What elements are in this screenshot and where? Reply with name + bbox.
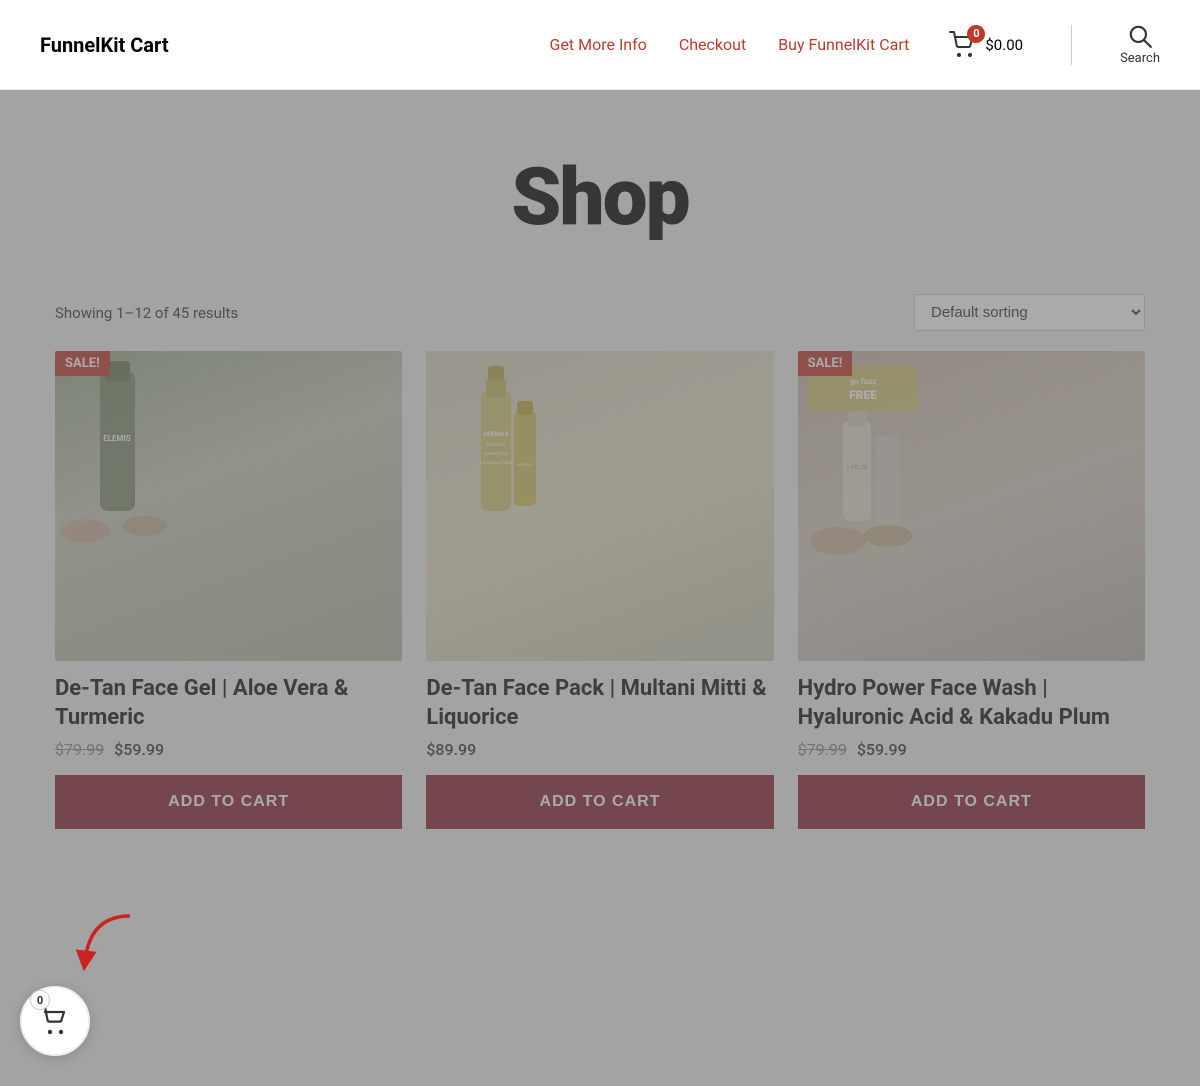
product-illustration-3: go fuzz FREE 1.7 FL OZ bbox=[798, 351, 928, 591]
product-original-price-3: $79.99 bbox=[798, 740, 847, 759]
svg-text:DERMA E: DERMA E bbox=[517, 462, 534, 467]
results-count: Showing 1–12 of 45 results bbox=[55, 304, 238, 322]
product-name-1: De-Tan Face Gel | Aloe Vera & Turmeric bbox=[55, 675, 402, 732]
products-grid: ELEMIS SALE! De-Tan Face Gel | Aloe Vera… bbox=[0, 351, 1200, 909]
floating-cart[interactable]: 0 bbox=[20, 986, 90, 1056]
main-nav: Get More Info Checkout Buy FunnelKit Car… bbox=[550, 23, 1160, 66]
product-info-3: Hydro Power Face Wash | Hyaluronic Acid … bbox=[798, 661, 1145, 771]
product-illustration-1: ELEMIS bbox=[55, 351, 175, 571]
site-logo[interactable]: FunnelKit Cart bbox=[40, 33, 169, 57]
product-illustration-2: DERMA E Vitamin C Gentle Daily Cleansing… bbox=[426, 351, 566, 601]
product-price-3: $79.99 $59.99 bbox=[798, 740, 1145, 759]
sort-select[interactable]: Default sorting Sort by popularity Sort … bbox=[914, 294, 1145, 331]
main-content: Shop Showing 1–12 of 45 results Default … bbox=[0, 90, 1200, 1086]
site-header: FunnelKit Cart Get More Info Checkout Bu… bbox=[0, 0, 1200, 90]
svg-text:Cleansing Paste: Cleansing Paste bbox=[480, 460, 513, 466]
product-image-wrap-1: ELEMIS SALE! bbox=[55, 351, 402, 661]
search-label: Search bbox=[1120, 51, 1160, 66]
header-divider bbox=[1071, 25, 1072, 65]
product-sale-badge-1: SALE! bbox=[55, 351, 110, 376]
product-price-1: $79.99 $59.99 bbox=[55, 740, 402, 759]
svg-text:Gentle Daily: Gentle Daily bbox=[484, 451, 509, 457]
svg-text:Vitamin C: Vitamin C bbox=[487, 442, 507, 448]
arrow-icon bbox=[70, 906, 150, 986]
cart-badge: 0 bbox=[967, 25, 985, 43]
product-card-1: ELEMIS SALE! De-Tan Face Gel | Aloe Vera… bbox=[55, 351, 402, 829]
shop-title: Shop bbox=[40, 150, 1160, 244]
svg-text:DERMA E: DERMA E bbox=[484, 431, 510, 438]
floating-cart-icon bbox=[39, 1006, 71, 1036]
product-name-3: Hydro Power Face Wash | Hyaluronic Acid … bbox=[798, 675, 1145, 732]
add-to-cart-button-3[interactable]: ADD TO CART bbox=[798, 775, 1145, 829]
nav-get-more-info[interactable]: Get More Info bbox=[550, 35, 647, 54]
product-sale-badge-3: SALE! bbox=[798, 351, 853, 376]
product-info-2: De-Tan Face Pack | Multani Mitti & Liquo… bbox=[426, 661, 773, 771]
cart-icon-wrap[interactable]: 0 bbox=[949, 31, 979, 59]
product-sale-price-2: $89.99 bbox=[426, 740, 476, 759]
add-to-cart-button-2[interactable]: ADD TO CART bbox=[426, 775, 773, 829]
product-price-2: $89.99 bbox=[426, 740, 773, 759]
cart-area[interactable]: 0 $0.00 bbox=[949, 31, 1023, 59]
product-card-3: go fuzz FREE 1.7 FL OZ SALE! bbox=[798, 351, 1145, 829]
svg-text:FREE: FREE bbox=[849, 388, 877, 402]
product-sale-price-1: $59.99 bbox=[114, 740, 164, 759]
add-to-cart-button-1[interactable]: ADD TO CART bbox=[55, 775, 402, 829]
filter-bar: Showing 1–12 of 45 results Default sorti… bbox=[0, 284, 1200, 351]
shop-hero: Shop bbox=[0, 90, 1200, 284]
floating-cart-inner[interactable]: 0 bbox=[20, 986, 90, 1056]
nav-buy-funnelkit[interactable]: Buy FunnelKit Cart bbox=[778, 35, 909, 54]
product-name-2: De-Tan Face Pack | Multani Mitti & Liquo… bbox=[426, 675, 773, 732]
cart-price: $0.00 bbox=[985, 36, 1023, 54]
product-image-wrap-3: go fuzz FREE 1.7 FL OZ SALE! bbox=[798, 351, 1145, 661]
cart-arrow-indicator bbox=[70, 906, 150, 986]
product-image-1: ELEMIS bbox=[55, 351, 402, 661]
floating-cart-badge: 0 bbox=[30, 990, 50, 1010]
product-sale-price-3: $59.99 bbox=[857, 740, 907, 759]
svg-text:1.7 FL OZ: 1.7 FL OZ bbox=[846, 465, 867, 471]
search-icon bbox=[1127, 23, 1153, 49]
product-original-price-1: $79.99 bbox=[55, 740, 104, 759]
product-image-wrap-2: DERMA E Vitamin C Gentle Daily Cleansing… bbox=[426, 351, 773, 661]
product-info-1: De-Tan Face Gel | Aloe Vera & Turmeric $… bbox=[55, 661, 402, 771]
product-image-3: go fuzz FREE 1.7 FL OZ bbox=[798, 351, 1145, 661]
svg-text:go fuzz: go fuzz bbox=[849, 377, 876, 386]
product-image-2: DERMA E Vitamin C Gentle Daily Cleansing… bbox=[426, 351, 773, 661]
product-card-2: DERMA E Vitamin C Gentle Daily Cleansing… bbox=[426, 351, 773, 829]
search-button[interactable]: Search bbox=[1120, 23, 1160, 66]
svg-text:ELEMIS: ELEMIS bbox=[103, 434, 131, 443]
nav-checkout[interactable]: Checkout bbox=[679, 35, 746, 54]
